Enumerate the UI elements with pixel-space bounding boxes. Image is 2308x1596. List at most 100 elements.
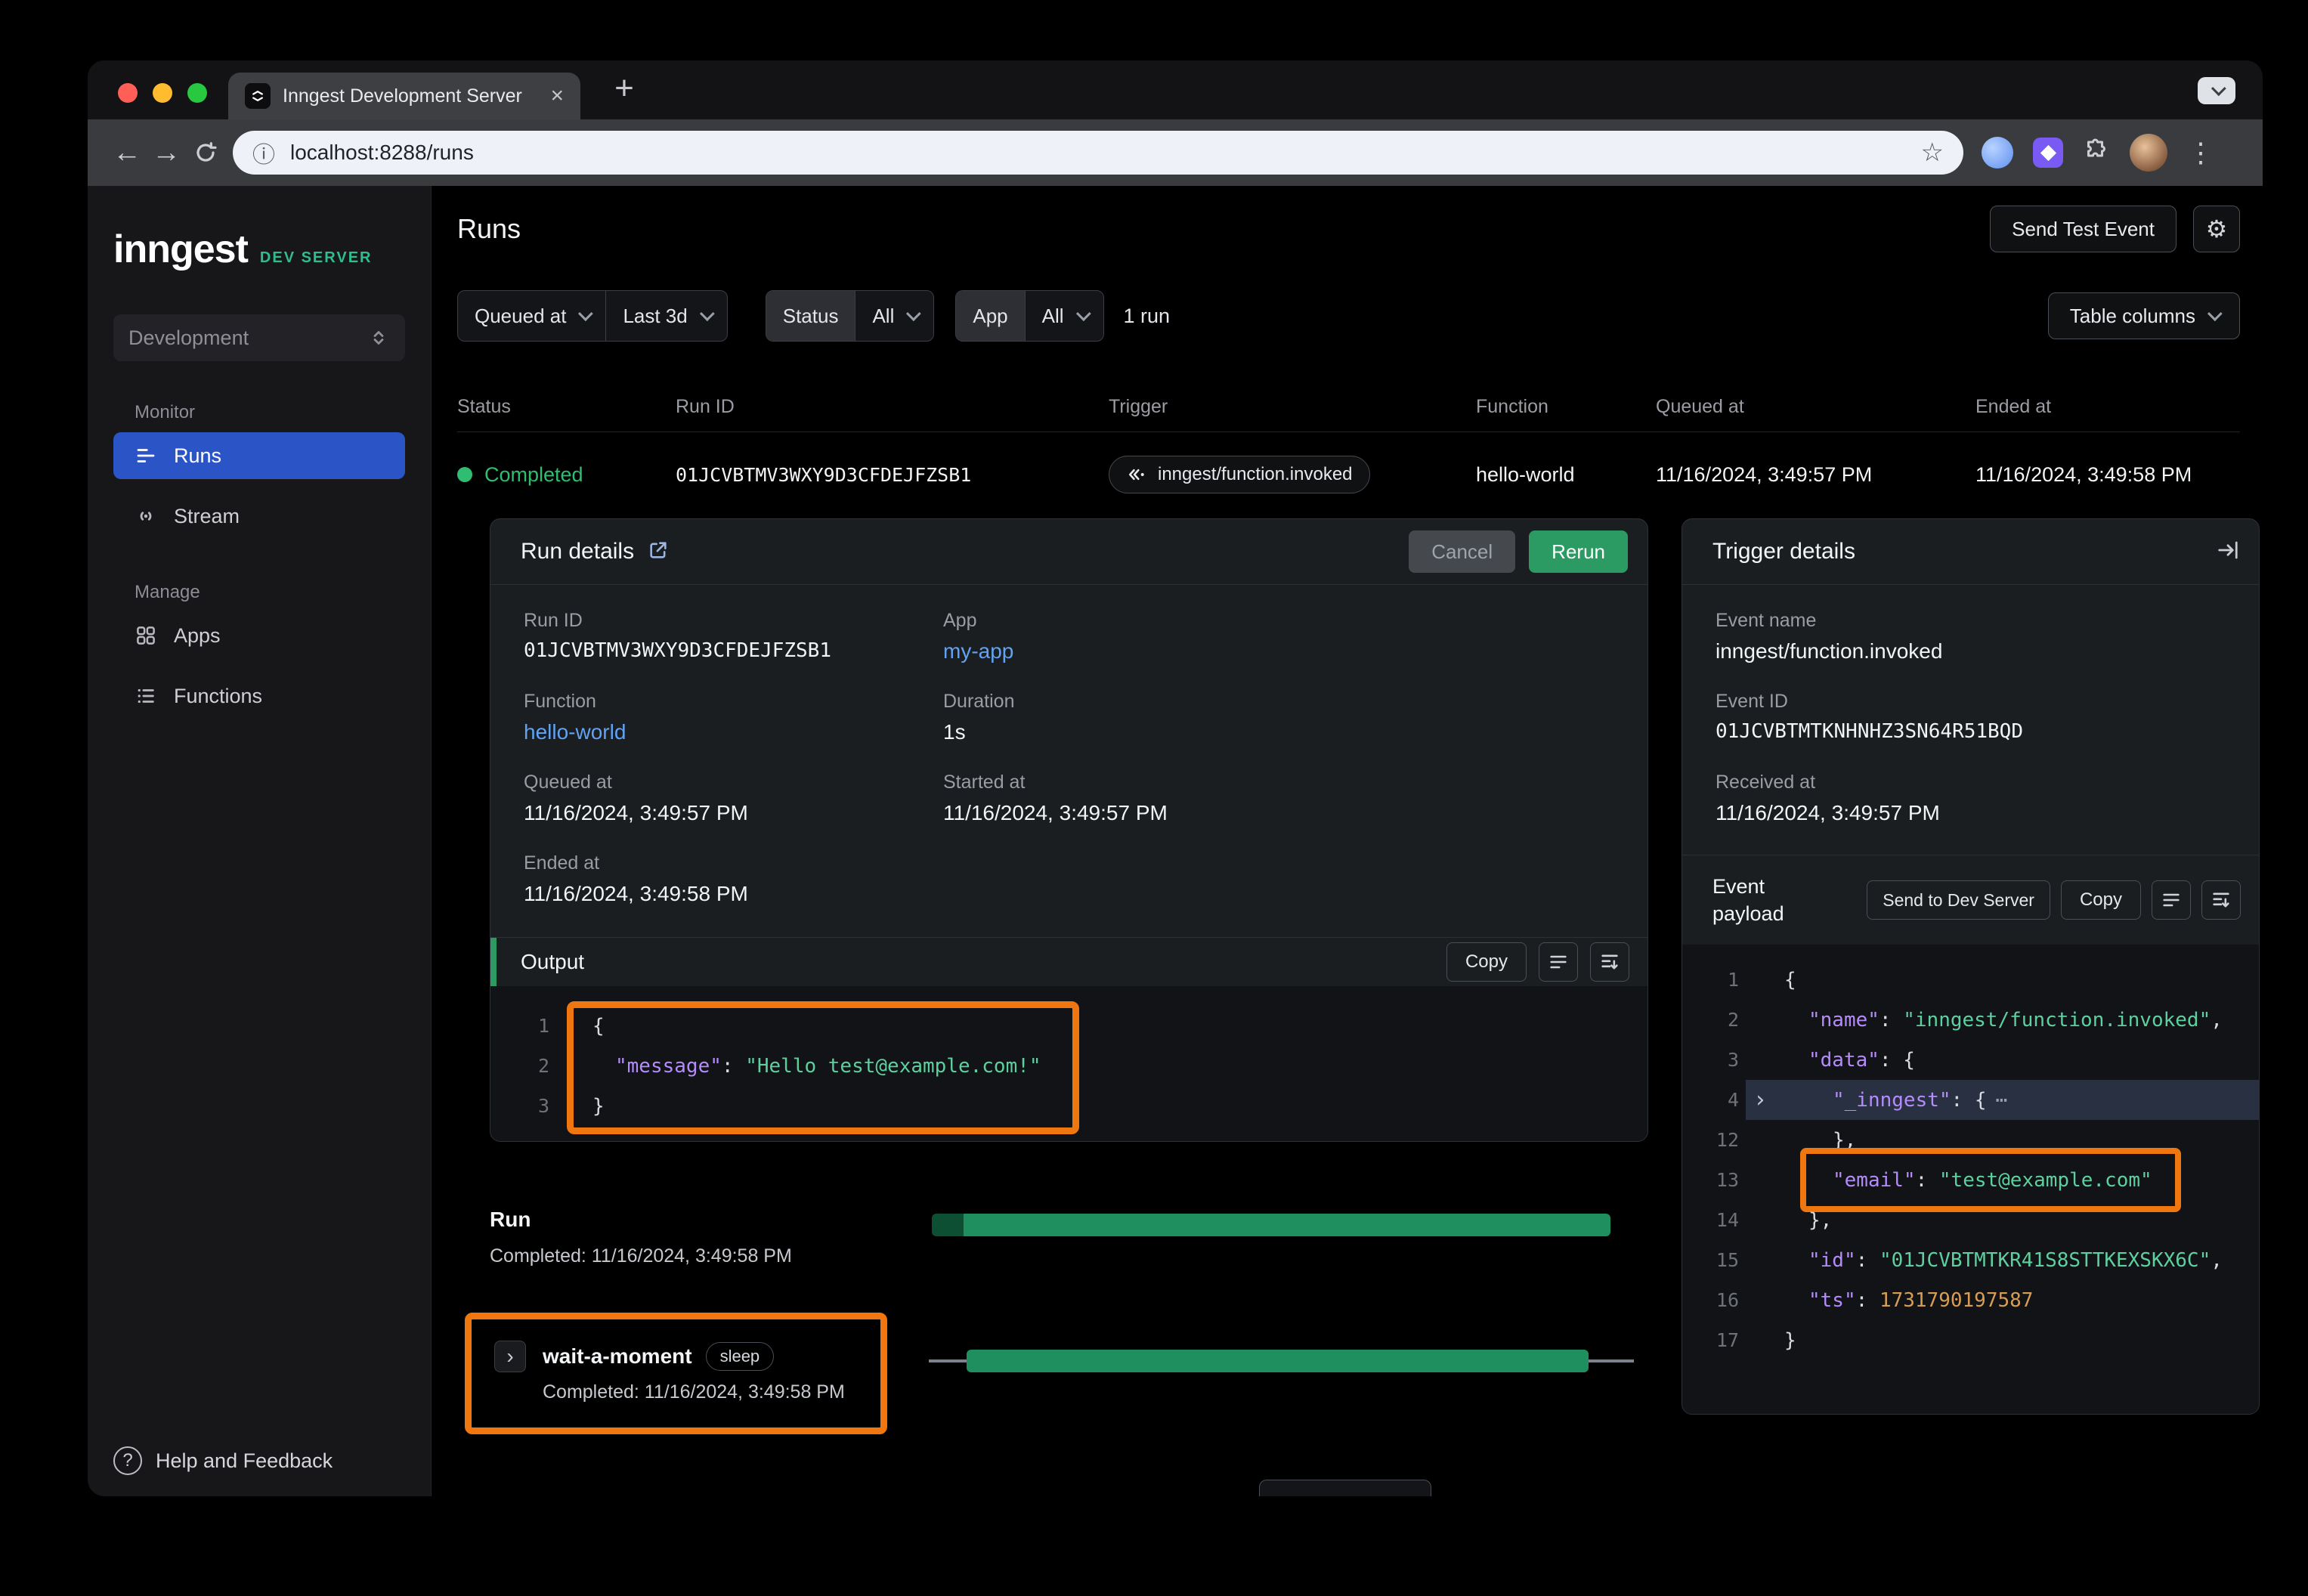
line-number: 2	[1682, 1009, 1739, 1031]
forward-button[interactable]: →	[147, 133, 186, 172]
code-text: "name": "inngest/function.invoked",	[1808, 1009, 2223, 1032]
environment-select[interactable]: Development	[113, 314, 405, 361]
trigger-pill[interactable]: inngest/function.invoked	[1109, 456, 1370, 493]
table-columns-button[interactable]: Table columns	[2048, 292, 2240, 339]
step-type-badge: sleep	[706, 1342, 775, 1371]
page-header: Runs Send Test Event ⚙	[457, 204, 2240, 254]
external-link-icon[interactable]	[648, 540, 669, 564]
browser-menu-icon[interactable]: ⋮	[2187, 137, 2214, 169]
field-started-at: Started at 11/16/2024, 3:49:57 PM	[943, 772, 1629, 852]
profile-avatar[interactable]	[2130, 134, 2167, 172]
trigger-cell: inngest/function.invoked	[1109, 456, 1476, 493]
output-actions: Copy	[1446, 942, 1629, 982]
step-bar-lead-line	[929, 1359, 967, 1362]
sidebar-item-apps[interactable]: Apps	[113, 612, 405, 659]
run-bar-running-segment	[964, 1214, 1610, 1236]
sidebar-item-label: Stream	[174, 505, 240, 528]
code-text: "email": "test@example.com"	[1833, 1169, 2152, 1192]
header-actions: Send Test Event ⚙	[1990, 206, 2240, 252]
dock-right-icon[interactable]	[2217, 539, 2239, 565]
table-row[interactable]: Completed 01JCVBTMV3WXY9D3CFDEJFZSB1 inn…	[457, 435, 2240, 514]
help-and-feedback[interactable]: ? Help and Feedback	[113, 1446, 333, 1475]
close-tab-icon[interactable]: ×	[550, 83, 564, 109]
sidebar-section-manage: Manage	[135, 582, 431, 603]
app-link[interactable]: my-app	[943, 639, 1629, 663]
send-to-dev-server-button[interactable]: Send to Dev Server	[1867, 880, 2050, 920]
wrap-text-button[interactable]	[2152, 880, 2191, 920]
stream-icon	[135, 505, 157, 527]
timeline-run-label: Run	[490, 1208, 792, 1232]
load-more-button-cutoff[interactable]	[1259, 1480, 1431, 1496]
step-bar-sleep-segment	[967, 1350, 1589, 1372]
extension-icon-blue[interactable]	[1982, 137, 2013, 169]
output-section-header: Output Copy	[490, 937, 1647, 986]
code-line: 2 "message": "Hello test@example.com!"	[490, 1046, 1647, 1086]
app-filter-group: App All	[955, 290, 1103, 342]
settings-gear-button[interactable]: ⚙	[2193, 206, 2240, 252]
extensions-puzzle-icon[interactable]	[2083, 138, 2110, 169]
field-label: Received at	[1716, 772, 2241, 793]
sidebar-item-runs[interactable]: Runs	[113, 432, 405, 479]
help-label: Help and Feedback	[156, 1449, 333, 1473]
sidebar-section-monitor: Monitor	[135, 402, 431, 423]
new-tab-button[interactable]: +	[606, 71, 642, 107]
reload-button[interactable]	[186, 133, 225, 172]
line-number: 2	[490, 1055, 549, 1077]
column-header-queued-at: Queued at	[1656, 391, 1975, 431]
rerun-button[interactable]: Rerun	[1529, 530, 1628, 573]
event-icon	[1126, 464, 1147, 485]
site-info-icon[interactable]: ⓘ	[252, 136, 275, 169]
event-payload-header: Event payload Send to Dev Server Copy	[1682, 855, 2259, 945]
chevron-down-icon	[906, 306, 921, 321]
sidebar-item-stream[interactable]: Stream	[113, 493, 405, 540]
output-code-block: 1 { 2 "message": "Hello test@example.com…	[490, 986, 1647, 1141]
minimize-window-button[interactable]	[153, 83, 172, 103]
line-number: 13	[1682, 1169, 1739, 1191]
code-text: },	[1808, 1209, 1832, 1232]
code-line: 3 "data": {	[1682, 1040, 2259, 1080]
timeline-step: › wait-a-moment sleep Completed: 11/16/2…	[494, 1341, 845, 1403]
bookmark-star-icon[interactable]: ☆	[1921, 138, 1944, 168]
column-header-run-id: Run ID	[676, 391, 1109, 431]
code-text: "_inngest": {⋯	[1833, 1089, 2007, 1112]
scroll-to-bottom-button[interactable]	[2201, 880, 2241, 920]
timeline-run[interactable]: Run Completed: 11/16/2024, 3:49:58 PM	[490, 1208, 792, 1267]
sidebar-item-functions[interactable]: Functions	[113, 673, 405, 719]
apps-icon	[135, 624, 157, 647]
main-content: Runs Send Test Event ⚙ Queued at Last 3d	[432, 186, 2263, 1496]
tab-search-button[interactable]	[2198, 77, 2235, 104]
queued-at-filter[interactable]: Queued at	[458, 291, 605, 341]
code-line-collapsed[interactable]: › 4 "_inngest": {⋯	[1682, 1080, 2259, 1120]
column-header-ended-at: Ended at	[1975, 391, 2240, 431]
function-link[interactable]: hello-world	[524, 720, 943, 744]
scroll-to-bottom-button[interactable]	[1590, 942, 1629, 982]
field-value: 11/16/2024, 3:49:58 PM	[524, 882, 943, 906]
time-range-filter[interactable]: Last 3d	[605, 291, 726, 341]
lines-down-arrow-icon	[2211, 889, 2232, 911]
line-number: 15	[1682, 1249, 1739, 1271]
question-icon: ?	[113, 1446, 142, 1475]
step-expand-button[interactable]: ›	[494, 1341, 526, 1372]
send-test-event-button[interactable]: Send Test Event	[1990, 206, 2177, 252]
line-number: 1	[490, 1015, 549, 1037]
field-value: 11/16/2024, 3:49:57 PM	[943, 801, 1629, 825]
fullscreen-window-button[interactable]	[187, 83, 207, 103]
cancel-button[interactable]: Cancel	[1409, 530, 1515, 573]
expand-chevron-icon[interactable]: ›	[1753, 1089, 1767, 1112]
copy-output-button[interactable]: Copy	[1446, 942, 1527, 982]
code-text: },	[1833, 1129, 1856, 1152]
run-details-panel: Run details Cancel Rerun Run ID 01JCVBTM…	[490, 518, 1648, 1142]
browser-tab[interactable]: Inngest Development Server ×	[228, 73, 580, 119]
status-filter-value[interactable]: All	[855, 291, 933, 341]
back-button[interactable]: ←	[107, 133, 147, 172]
close-window-button[interactable]	[118, 83, 138, 103]
app-filter-value[interactable]: All	[1025, 291, 1103, 341]
copy-payload-button[interactable]: Copy	[2061, 880, 2141, 920]
status-filter-group: Status All	[766, 290, 935, 342]
inngest-favicon-icon	[245, 83, 271, 109]
extension-icon-purple[interactable]	[2033, 138, 2063, 168]
code-line: 1 {	[490, 1006, 1647, 1046]
url-bar[interactable]: ⓘ localhost:8288/runs ☆	[233, 131, 1963, 175]
wrap-text-button[interactable]	[1539, 942, 1578, 982]
code-text: {	[1784, 969, 1796, 991]
